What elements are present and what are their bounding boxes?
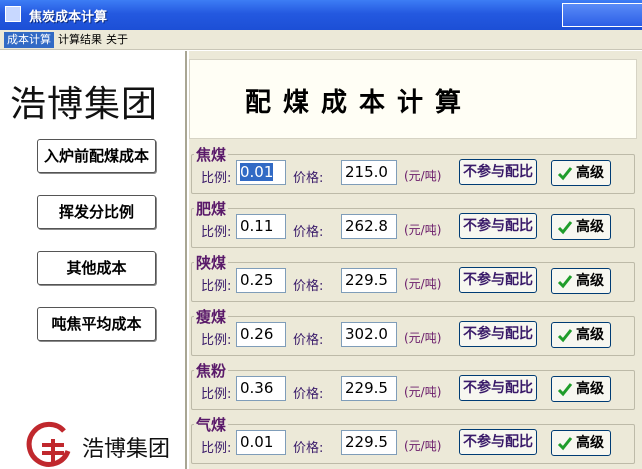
avg-cost-per-ton-button[interactable]: 吨焦平均成本 (37, 307, 156, 341)
coal-name: 气煤 (194, 414, 229, 435)
volatile-ratio-button[interactable]: 挥发分比例 (37, 195, 156, 229)
coal-name: 瘦煤 (194, 306, 229, 327)
ratio-label: 比例: (201, 333, 232, 348)
app-icon (5, 6, 21, 22)
price-input[interactable]: 229.5 (341, 376, 397, 401)
advanced-button[interactable]: 高级 (551, 160, 611, 186)
price-label: 价格: (293, 441, 324, 456)
advanced-button[interactable]: 高级 (551, 376, 611, 402)
coal-name: 焦煤 (194, 144, 229, 165)
coal-group-shanmei: 陕煤 比例: 0.25 价格: 229.5 (元/吨) 不参与配比 高级 (189, 252, 637, 302)
unit-label: (元/吨) (404, 439, 442, 453)
price-label: 价格: (293, 387, 324, 402)
price-input[interactable]: 262.8 (341, 214, 397, 239)
ratio-input[interactable]: 0.01 (236, 430, 286, 455)
ratio-label: 比例: (201, 171, 232, 186)
check-icon (557, 437, 573, 451)
menu-bar: 成本计算 计算结果 关于 (0, 30, 642, 50)
company-logo-icon (26, 421, 71, 467)
coal-name: 陕煤 (194, 252, 229, 273)
exclude-button[interactable]: 不参与配比 (459, 159, 537, 185)
unit-label: (元/吨) (404, 277, 442, 291)
window-title: 焦炭成本计算 (29, 10, 108, 25)
window-controls[interactable] (562, 3, 642, 27)
unit-label: (元/吨) (404, 331, 442, 345)
menu-cost-calc[interactable]: 成本计算 (4, 32, 54, 48)
sidebar: 浩博集团 入炉前配煤成本 挥发分比例 其他成本 吨焦平均成本 浩博集团 (0, 51, 187, 469)
pre-furnace-blend-cost-button[interactable]: 入炉前配煤成本 (37, 139, 156, 173)
exclude-button[interactable]: 不参与配比 (459, 321, 537, 347)
check-icon (557, 383, 573, 397)
exclude-button[interactable]: 不参与配比 (459, 429, 537, 455)
coal-group-jiaofen: 焦粉 比例: 0.36 价格: 229.5 (元/吨) 不参与配比 高级 (189, 360, 637, 410)
ratio-input[interactable]: 0.01 (236, 160, 286, 185)
advanced-button[interactable]: 高级 (551, 430, 611, 456)
ratio-label: 比例: (201, 387, 232, 402)
company-logo-text: 浩博集团 (10, 84, 159, 125)
advanced-button[interactable]: 高级 (551, 214, 611, 240)
ratio-label: 比例: (201, 441, 232, 456)
price-label: 价格: (293, 279, 324, 294)
ratio-input[interactable]: 0.36 (236, 376, 286, 401)
menu-about[interactable]: 关于 (103, 32, 131, 48)
check-icon (557, 167, 573, 181)
price-input[interactable]: 215.0 (341, 160, 397, 185)
price-input[interactable]: 229.5 (341, 268, 397, 293)
ratio-label: 比例: (201, 225, 232, 240)
coal-group-shoumei: 瘦煤 比例: 0.26 价格: 302.0 (元/吨) 不参与配比 高级 (189, 306, 637, 356)
company-logo-bottom-text: 浩博集团 (82, 437, 171, 462)
coal-group-jiaomei: 焦煤 比例: 0.01 价格: 215.0 (元/吨) 不参与配比 高级 (189, 144, 637, 194)
unit-label: (元/吨) (404, 385, 442, 399)
coal-group-qimei: 气煤 比例: 0.01 价格: 229.5 (元/吨) 不参与配比 高级 (189, 414, 637, 464)
exclude-button[interactable]: 不参与配比 (459, 213, 537, 239)
ratio-input[interactable]: 0.11 (236, 214, 286, 239)
check-icon (557, 329, 573, 343)
title-bar: 焦炭成本计算 (0, 0, 642, 30)
exclude-button[interactable]: 不参与配比 (459, 267, 537, 293)
page-title: 配煤成本计算 (245, 88, 474, 118)
unit-label: (元/吨) (404, 169, 442, 183)
header-title-box: 配煤成本计算 (189, 59, 637, 139)
ratio-label: 比例: (201, 279, 232, 294)
coal-name: 焦粉 (194, 360, 229, 381)
coal-name: 肥煤 (194, 198, 229, 219)
ratio-input[interactable]: 0.26 (236, 322, 286, 347)
check-icon (557, 275, 573, 289)
main-panel: 配煤成本计算 焦煤 比例: 0.01 价格: 215.0 (元/吨) 不参与配比… (189, 51, 642, 469)
advanced-button[interactable]: 高级 (551, 322, 611, 348)
ratio-input[interactable]: 0.25 (236, 268, 286, 293)
coal-group-feimei: 肥煤 比例: 0.11 价格: 262.8 (元/吨) 不参与配比 高级 (189, 198, 637, 248)
price-input[interactable]: 229.5 (341, 430, 397, 455)
price-label: 价格: (293, 333, 324, 348)
check-icon (557, 221, 573, 235)
other-cost-button[interactable]: 其他成本 (37, 251, 156, 285)
price-label: 价格: (293, 225, 324, 240)
menu-calc-result[interactable]: 计算结果 (55, 32, 105, 48)
advanced-button[interactable]: 高级 (551, 268, 611, 294)
unit-label: (元/吨) (404, 223, 442, 237)
price-label: 价格: (293, 171, 324, 186)
exclude-button[interactable]: 不参与配比 (459, 375, 537, 401)
price-input[interactable]: 302.0 (341, 322, 397, 347)
